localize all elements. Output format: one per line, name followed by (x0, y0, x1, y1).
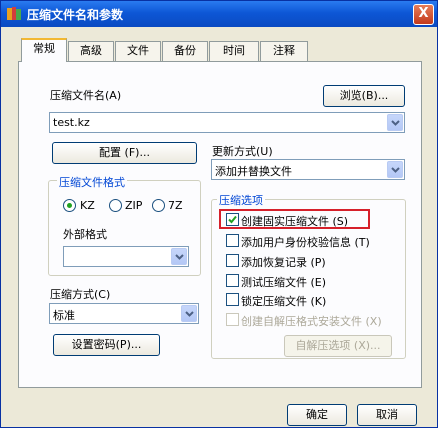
tab-files[interactable]: 文件 (115, 41, 161, 61)
close-button[interactable]: X (413, 4, 434, 25)
archive-name-combo[interactable]: test.kz (49, 112, 405, 133)
window-title: 压缩文件名和参数 (27, 8, 124, 22)
external-format-label: 外部格式 (63, 228, 107, 241)
ok-button[interactable]: 确定 (287, 404, 347, 426)
tab-general[interactable]: 常规 (21, 38, 67, 62)
tab-time[interactable]: 时间 (209, 41, 259, 61)
checkbox-test-archive[interactable] (226, 274, 239, 287)
tab-backup[interactable]: 备份 (162, 41, 208, 61)
compression-value: 标准 (53, 309, 75, 322)
option-test-archive-label: 测试压缩文件 (E) (241, 276, 327, 289)
dialog-window: 压缩文件名和参数 X 常规 高级 文件 备份 时间 注释 压缩文件名(A) 浏览… (0, 0, 438, 428)
set-password-button[interactable]: 设置密码(P)... (53, 334, 160, 356)
radio-zip-label: ZIP (125, 199, 143, 212)
checkbox-sfx[interactable] (226, 313, 239, 326)
app-icon (6, 6, 22, 22)
option-recovery-record-label: 添加恢复记录 (P) (241, 256, 326, 269)
profile-button[interactable]: 配置 (F)... (52, 142, 197, 164)
archive-name-label: 压缩文件名(A) (50, 89, 122, 102)
compression-dropdown[interactable] (181, 305, 197, 322)
radio-kz-label: KZ (80, 199, 95, 212)
update-mode-dropdown[interactable] (387, 161, 403, 178)
option-sfx-label: 创建自解压格式安装文件 (X) (241, 315, 382, 328)
close-icon: X (418, 6, 429, 21)
radio-zip[interactable] (109, 199, 122, 212)
highlight-box (219, 209, 370, 229)
cancel-button[interactable]: 取消 (357, 404, 417, 426)
update-mode-label: 更新方式(U) (212, 145, 273, 158)
browse-button[interactable]: 浏览(B)... (323, 85, 405, 107)
checkbox-lock-archive[interactable] (226, 293, 239, 306)
options-group-title: 压缩选项 (217, 192, 265, 208)
checkbox-authenticity[interactable] (226, 234, 239, 247)
format-group-title: 压缩文件格式 (57, 174, 127, 190)
tab-comment[interactable]: 注释 (260, 41, 308, 61)
archive-name-dropdown[interactable] (387, 114, 403, 131)
option-authenticity-label: 添加用户身份校验信息 (T) (241, 236, 370, 249)
update-mode-select[interactable]: 添加并替换文件 (211, 159, 405, 180)
compression-label: 压缩方式(C) (50, 288, 111, 301)
sfx-options-button[interactable]: 自解压选项 (X)... (284, 335, 392, 357)
option-lock-archive-label: 锁定压缩文件 (K) (241, 295, 327, 308)
tab-advanced[interactable]: 高级 (68, 41, 114, 61)
archive-name-value: test.kz (53, 116, 90, 129)
title-bar[interactable]: 压缩文件名和参数 X (1, 1, 437, 27)
chevron-down-icon (391, 167, 400, 173)
external-format-dropdown[interactable] (171, 248, 187, 265)
compression-select[interactable]: 标准 (49, 303, 199, 324)
external-format-select[interactable] (63, 246, 189, 267)
update-mode-value: 添加并替换文件 (215, 165, 292, 178)
chevron-down-icon (175, 254, 184, 260)
radio-7z-label: 7Z (168, 199, 183, 212)
radio-kz[interactable] (63, 199, 76, 212)
chevron-down-icon (185, 311, 194, 317)
chevron-down-icon (391, 120, 400, 126)
radio-7z[interactable] (152, 199, 165, 212)
checkbox-recovery-record[interactable] (226, 254, 239, 267)
